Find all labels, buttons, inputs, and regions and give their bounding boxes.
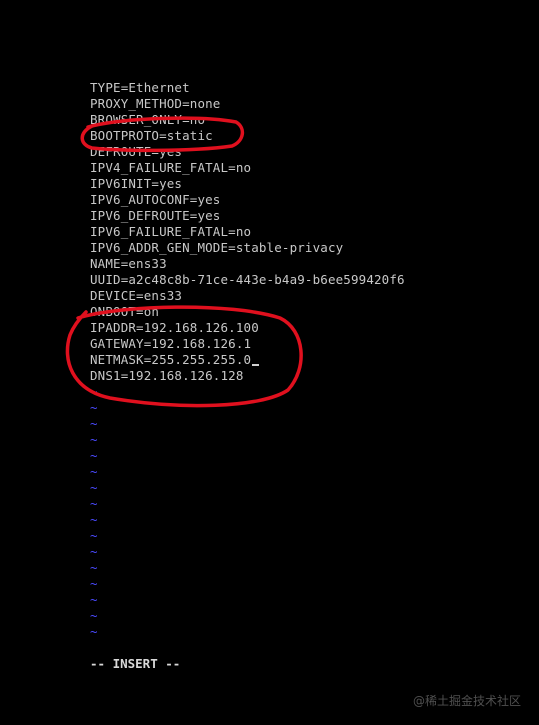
empty-line-tilde: ~ — [90, 480, 98, 495]
config-line-device: DEVICE=ens33 — [90, 288, 183, 303]
config-line-ipv6-failure-fatal: IPV6_FAILURE_FATAL=no — [90, 224, 252, 239]
empty-line-tilde: ~ — [90, 432, 98, 447]
empty-line-tilde: ~ — [90, 512, 98, 527]
empty-line-tilde: ~ — [90, 496, 98, 511]
empty-line-tilde: ~ — [90, 544, 98, 559]
config-line-ipaddr: IPADDR=192.168.126.100 — [90, 320, 259, 335]
empty-buffer-lines: ~ ~ ~ ~ ~ ~ ~ ~ ~ ~ ~ ~ ~ ~ ~ ~ — [90, 384, 405, 640]
config-line-netmask: NETMASK=255.255.255.0 — [90, 352, 405, 368]
empty-line-tilde: ~ — [90, 448, 98, 463]
config-line-ipv4-failure-fatal: IPV4_FAILURE_FATAL=no — [90, 160, 252, 175]
empty-line-tilde: ~ — [90, 624, 98, 639]
config-line-browser-only: BROWSER_ONLY=no — [90, 112, 206, 127]
empty-line-tilde: ~ — [90, 464, 98, 479]
watermark-text: @稀土掘金技术社区 — [412, 694, 521, 708]
vim-mode-indicator: -- INSERT -- — [90, 656, 181, 671]
empty-line-tilde: ~ — [90, 416, 98, 431]
empty-line-tilde: ~ — [90, 576, 98, 591]
netmask-text: NETMASK=255.255.255.0 — [90, 352, 252, 367]
empty-line-tilde: ~ — [90, 608, 98, 623]
vim-editor-buffer[interactable]: TYPE=Ethernet PROXY_METHOD=none BROWSER_… — [90, 80, 405, 640]
config-line-ipv6-addr-gen-mode: IPV6_ADDR_GEN_MODE=stable-privacy — [90, 240, 344, 255]
text-cursor — [252, 364, 260, 366]
config-line-ipv6-autoconf: IPV6_AUTOCONF=yes — [90, 192, 221, 207]
config-line-proxy-method: PROXY_METHOD=none — [90, 96, 221, 111]
terminal-screen: TYPE=Ethernet PROXY_METHOD=none BROWSER_… — [0, 0, 539, 725]
config-line-type: TYPE=Ethernet — [90, 80, 190, 95]
empty-line-tilde: ~ — [90, 384, 98, 399]
empty-line-tilde: ~ — [90, 400, 98, 415]
config-line-name: NAME=ens33 — [90, 256, 167, 271]
config-line-defroute: DEFROUTE=yes — [90, 144, 183, 159]
empty-line-tilde: ~ — [90, 528, 98, 543]
config-line-dns1: DNS1=192.168.126.128 — [90, 368, 244, 383]
config-line-gateway: GATEWAY=192.168.126.1 — [90, 336, 252, 351]
config-line-onboot: ONBOOT=on — [90, 304, 160, 319]
config-line-ipv6init: IPV6INIT=yes — [90, 176, 183, 191]
config-line-uuid: UUID=a2c48c8b-71ce-443e-b4a9-b6ee599420f… — [90, 272, 405, 287]
empty-line-tilde: ~ — [90, 560, 98, 575]
config-line-bootproto: BOOTPROTO=static — [90, 128, 213, 143]
empty-line-tilde: ~ — [90, 592, 98, 607]
config-line-ipv6-defroute: IPV6_DEFROUTE=yes — [90, 208, 221, 223]
